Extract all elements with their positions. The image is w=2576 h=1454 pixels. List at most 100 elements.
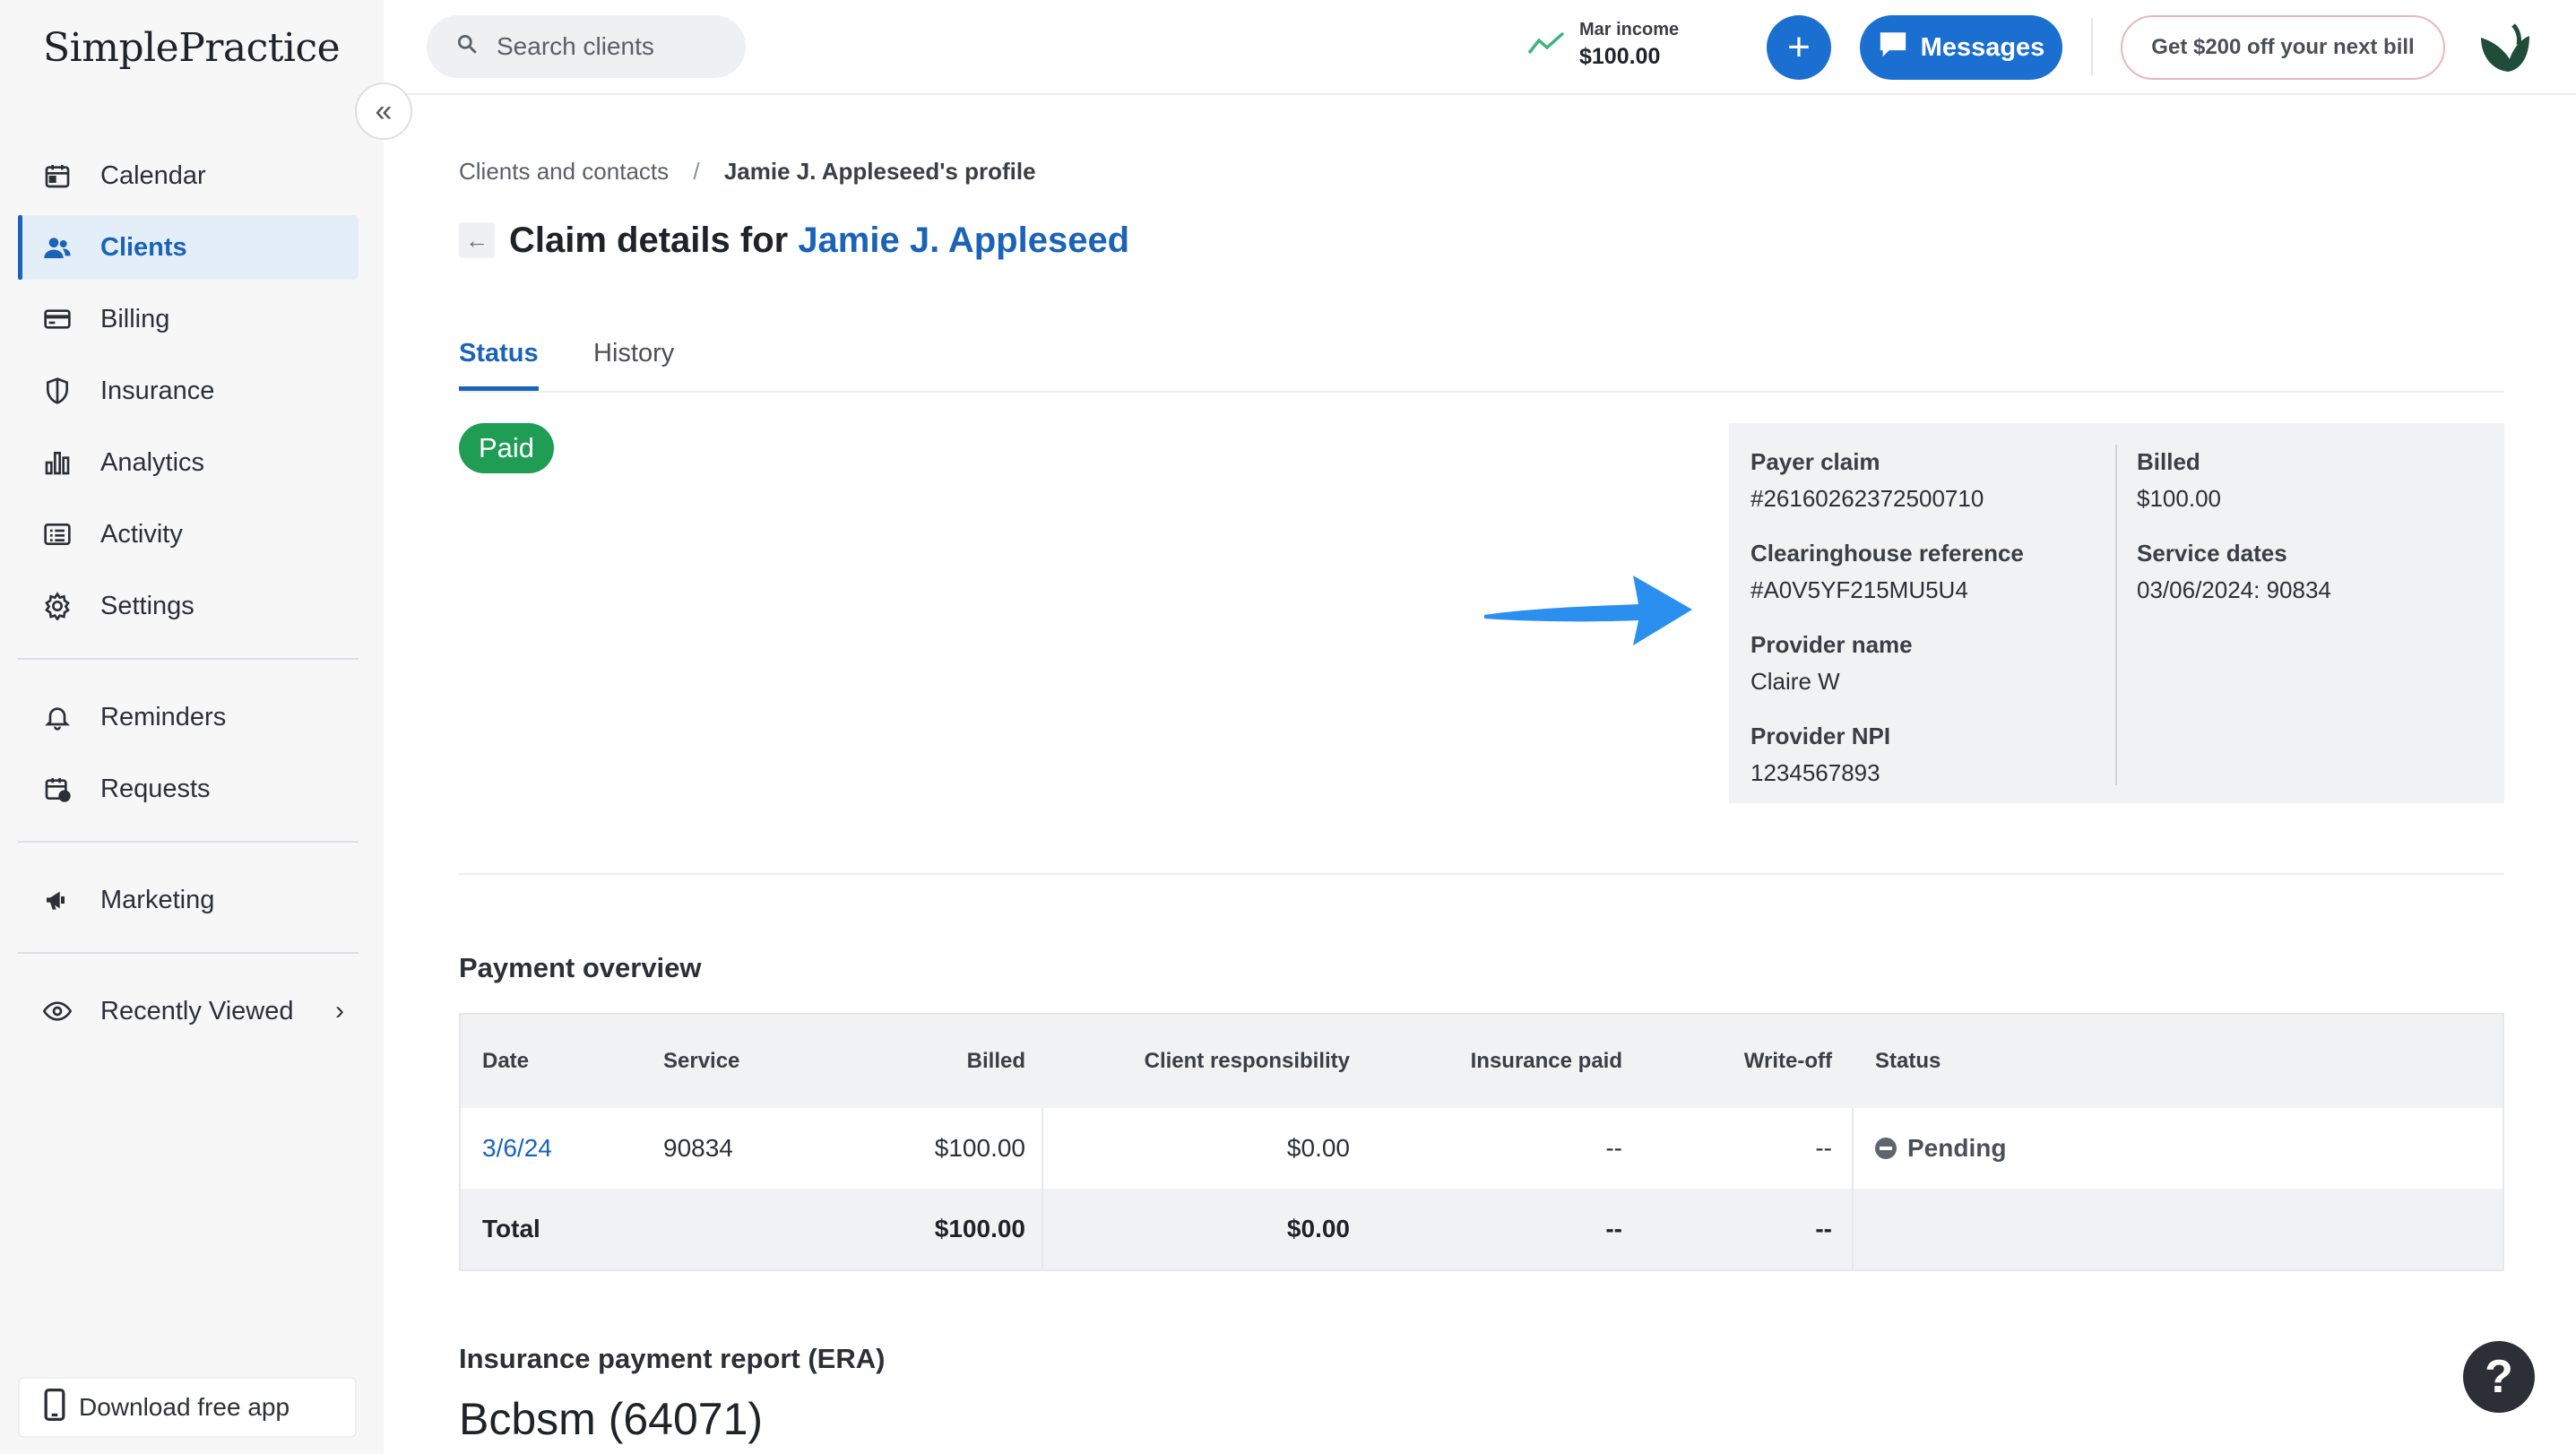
shield-icon: [39, 373, 75, 409]
search-placeholder: Search clients: [497, 32, 654, 60]
date-link[interactable]: 3/6/24: [482, 1134, 552, 1163]
tab-history[interactable]: History: [593, 339, 674, 386]
sidebar-item-label: Requests: [100, 774, 211, 803]
chat-bubble-icon: [1878, 30, 1908, 65]
field-value: 1234567893: [1750, 759, 1880, 786]
column-header-date: Date: [482, 1049, 530, 1073]
field-label: Service dates: [2137, 540, 2287, 567]
nav-divider: [18, 952, 359, 954]
calendar-icon: [39, 158, 75, 194]
claim-panel-divider: [2115, 445, 2117, 785]
provider-npi-field: Provider NPI 1234567893: [1750, 723, 2024, 787]
payment-overview-table: Date Service Billed Client responsibilit…: [459, 1013, 2504, 1271]
chevron-right-icon: ›: [335, 996, 344, 1026]
back-button[interactable]: ←: [459, 222, 495, 258]
column-header-status: Status: [1875, 1049, 1941, 1073]
section-divider: [459, 873, 2504, 875]
income-widget[interactable]: Mar income $100.00: [1527, 20, 1679, 70]
client-name-link[interactable]: Jamie J. Appleseed: [798, 221, 1129, 260]
total-insurance-paid: --: [1605, 1215, 1622, 1242]
bell-icon: [39, 699, 75, 735]
app-logo[interactable]: SimplePractice: [43, 25, 341, 71]
sidebar-item-analytics[interactable]: Analytics: [18, 430, 359, 495]
promo-button[interactable]: Get $200 off your next bill: [2121, 15, 2445, 80]
sidebar-item-label: Billing: [100, 304, 170, 333]
insurance-paid-cell: --: [1605, 1134, 1622, 1162]
sidebar-item-label: Insurance: [100, 376, 215, 405]
claim-details-left: Payer claim #26160262372500710 Clearingh…: [1750, 448, 2024, 814]
column-divider: [1042, 1108, 1043, 1189]
billed-cell: $100.00: [934, 1134, 1025, 1162]
sidebar-item-calendar[interactable]: Calendar: [18, 143, 359, 208]
payment-overview-title: Payment overview: [459, 952, 702, 983]
status-cell: Pending: [1875, 1134, 2006, 1163]
field-value: $100.00: [2137, 485, 2221, 512]
field-label: Clearinghouse reference: [1750, 540, 2024, 567]
column-divider: [1042, 1189, 1043, 1269]
sidebar-item-billing[interactable]: Billing: [18, 287, 359, 351]
field-label: Payer claim: [1750, 448, 1880, 475]
gear-icon: [39, 588, 75, 624]
sidebar-item-marketing[interactable]: Marketing: [18, 868, 359, 932]
brand-leaf-icon[interactable]: [2474, 18, 2537, 75]
table-header-row: Date Service Billed Client responsibilit…: [461, 1015, 2503, 1108]
sidebar-item-reminders[interactable]: Reminders: [18, 685, 359, 749]
table-total-row: Total $100.00 $0.00 -- --: [461, 1189, 2503, 1269]
field-value: #A0V5YF215MU5U4: [1750, 576, 1968, 603]
search-input[interactable]: Search clients: [427, 15, 746, 78]
breadcrumb-parent-link[interactable]: Clients and contacts: [459, 158, 669, 185]
income-label: Mar income: [1579, 20, 1680, 39]
messages-button[interactable]: Messages: [1860, 15, 2062, 80]
pending-icon: [1875, 1138, 1897, 1159]
sidebar-item-requests[interactable]: Requests: [18, 757, 359, 821]
total-billed: $100.00: [934, 1215, 1025, 1242]
status-badge: Paid: [459, 423, 555, 473]
search-icon: [455, 32, 479, 62]
calendar-request-icon: [39, 771, 75, 807]
column-header-client-responsibility: Client responsibility: [1144, 1049, 1350, 1073]
sidebar-item-label: Settings: [100, 591, 194, 620]
phone-icon: [43, 1388, 66, 1427]
megaphone-icon: [39, 882, 75, 918]
total-client-responsibility: $0.00: [1286, 1215, 1350, 1242]
sidebar-item-label: Recently Viewed: [100, 996, 294, 1026]
sidebar-item-settings[interactable]: Settings: [18, 574, 359, 638]
table-row: 3/6/24 90834 $100.00 $0.00 -- -- Pending: [461, 1108, 2503, 1189]
field-value: #26160262372500710: [1750, 485, 1984, 512]
page-title-prefix: Claim details for: [509, 221, 799, 260]
add-new-button[interactable]: +: [1767, 15, 1831, 80]
service-cell: 90834: [663, 1134, 733, 1162]
sidebar-item-label: Calendar: [100, 160, 206, 190]
income-value: $100.00: [1579, 44, 1661, 69]
field-value: Claire W: [1750, 668, 1840, 695]
breadcrumb-current-link[interactable]: Jamie J. Appleseed's profile: [724, 158, 1036, 185]
messages-label: Messages: [1920, 32, 2045, 62]
double-chevron-left-icon: «: [375, 93, 393, 128]
status-text: Pending: [1907, 1134, 2007, 1162]
sidebar-item-label: Analytics: [100, 447, 205, 477]
sidebar-item-activity[interactable]: Activity: [18, 502, 359, 567]
field-label: Provider name: [1750, 631, 1913, 658]
topbar-divider: [2091, 18, 2093, 75]
client-responsibility-cell: $0.00: [1286, 1134, 1350, 1162]
payer-claim-field: Payer claim #26160262372500710: [1750, 448, 2024, 513]
billed-field: Billed $100.00: [2137, 448, 2331, 513]
download-app-button[interactable]: Download free app: [18, 1377, 357, 1438]
topbar: Search clients Mar income $100.00 + Mess…: [384, 0, 2576, 95]
service-dates-field: Service dates 03/06/2024: 90834: [2137, 540, 2331, 604]
write-off-cell: --: [1815, 1134, 1832, 1162]
era-title: Insurance payment report (ERA): [459, 1343, 886, 1374]
column-divider: [1852, 1108, 1854, 1189]
tab-status[interactable]: Status: [459, 339, 539, 391]
era-payer-name: Bcbsm (64071): [459, 1394, 764, 1444]
sidebar-item-clients[interactable]: Clients: [18, 215, 359, 280]
claim-details-panel: Payer claim #26160262372500710 Clearingh…: [1729, 423, 2504, 803]
list-icon: [39, 516, 75, 552]
nav-divider: [18, 841, 359, 843]
collapse-sidebar-button[interactable]: «: [355, 82, 412, 140]
help-button[interactable]: ?: [2463, 1341, 2535, 1413]
sidebar-item-recently-viewed[interactable]: Recently Viewed ›: [18, 979, 359, 1043]
sidebar-item-insurance[interactable]: Insurance: [18, 359, 359, 423]
column-header-service: Service: [663, 1049, 740, 1073]
nav-divider: [18, 658, 359, 660]
